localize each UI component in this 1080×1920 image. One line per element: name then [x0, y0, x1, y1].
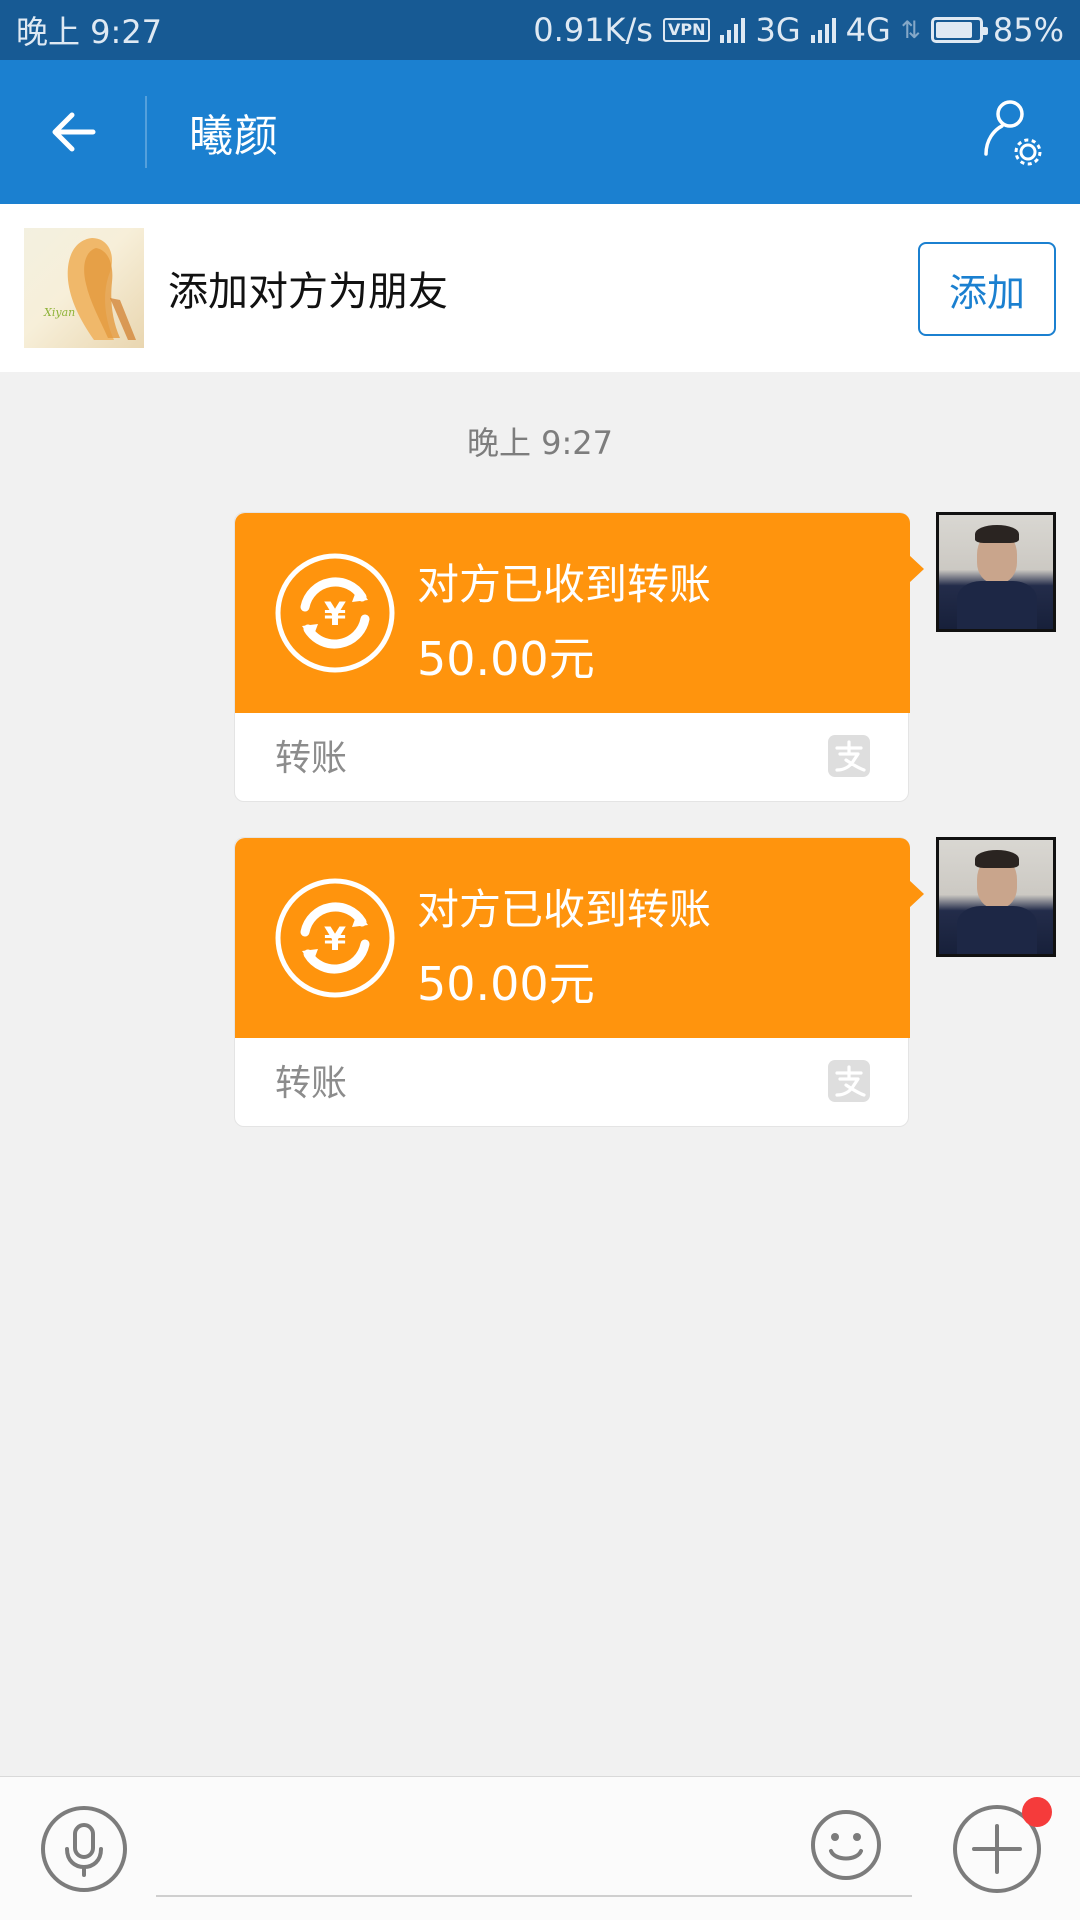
add-friend-banner: Xiyan 添加对方为朋友 添加	[0, 204, 1080, 372]
data-transfer-icon: ⇅	[900, 16, 921, 44]
transfer-amount: 50.00元	[417, 632, 595, 686]
transfer-message: ¥ 对方已收到转账 50.00元 转账	[0, 512, 1080, 802]
header-divider	[145, 96, 147, 168]
transfer-message: ¥ 对方已收到转账 50.00元 转账	[0, 837, 1080, 1127]
status-indicators: 0.91K/s VPN 3G 4G ⇅ 85%	[533, 11, 1064, 49]
battery-icon	[930, 17, 988, 43]
svg-text:¥: ¥	[324, 920, 346, 958]
transfer-received-icon: ¥	[275, 878, 395, 998]
status-bar: 晚上 9:27 0.91K/s VPN 3G 4G ⇅ 85%	[0, 0, 1080, 60]
bubble-tail	[909, 880, 924, 908]
transfer-received-icon: ¥	[275, 553, 395, 673]
transfer-card[interactable]: ¥ 对方已收到转账 50.00元 转账	[234, 837, 924, 1127]
add-friend-text: 添加对方为朋友	[168, 269, 448, 315]
chat-title: 曦颜	[189, 111, 279, 162]
transfer-card-header: ¥ 对方已收到转账 50.00元	[235, 838, 924, 1038]
voice-input-button[interactable]	[40, 1805, 128, 1893]
alipay-icon	[828, 735, 870, 777]
input-bar	[0, 1776, 1080, 1920]
vpn-badge: VPN	[662, 18, 711, 42]
transfer-label: 转账	[275, 1063, 348, 1104]
profile-settings-icon	[984, 100, 1042, 166]
bubble-tail	[909, 555, 924, 583]
battery-fill	[935, 22, 972, 38]
status-time: 晚上 9:27	[16, 13, 163, 51]
add-friend-button[interactable]: 添加	[918, 242, 1056, 336]
avatar-caption: Xiyan	[43, 306, 75, 319]
transfer-label: 转账	[275, 738, 348, 779]
signal-icon-2	[810, 17, 836, 43]
smiley-icon	[811, 1810, 881, 1880]
transfer-card[interactable]: ¥ 对方已收到转账 50.00元 转账	[234, 512, 924, 802]
back-button[interactable]	[0, 60, 145, 204]
alipay-icon	[828, 1060, 870, 1102]
microphone-icon	[41, 1806, 127, 1892]
battery-percent: 85%	[992, 11, 1064, 49]
network-speed: 0.91K/s	[533, 11, 653, 49]
notification-dot	[1022, 1797, 1052, 1827]
signal-icon	[720, 17, 746, 43]
chat-timestamp: 晚上 9:27	[466, 424, 614, 462]
transfer-status: 对方已收到转账	[417, 560, 712, 609]
avatar-illustration: Xiyan	[43, 238, 136, 340]
contact-avatar[interactable]: Xiyan	[24, 228, 144, 348]
sender-avatar[interactable]	[936, 837, 1056, 957]
chat-header: 曦颜	[0, 60, 1080, 204]
profile-settings-button[interactable]	[974, 96, 1046, 168]
transfer-card-header: ¥ 对方已收到转账 50.00元	[235, 513, 924, 713]
network-type-2: 4G	[845, 11, 891, 49]
transfer-status: 对方已收到转账	[417, 885, 712, 934]
emoji-button[interactable]	[810, 1809, 882, 1881]
sender-avatar[interactable]	[936, 512, 1056, 632]
transfer-amount: 50.00元	[417, 957, 595, 1011]
svg-text:¥: ¥	[324, 595, 346, 633]
arrow-left-icon	[52, 112, 95, 152]
network-type-1: 3G	[755, 11, 801, 49]
message-input[interactable]	[156, 1797, 912, 1897]
